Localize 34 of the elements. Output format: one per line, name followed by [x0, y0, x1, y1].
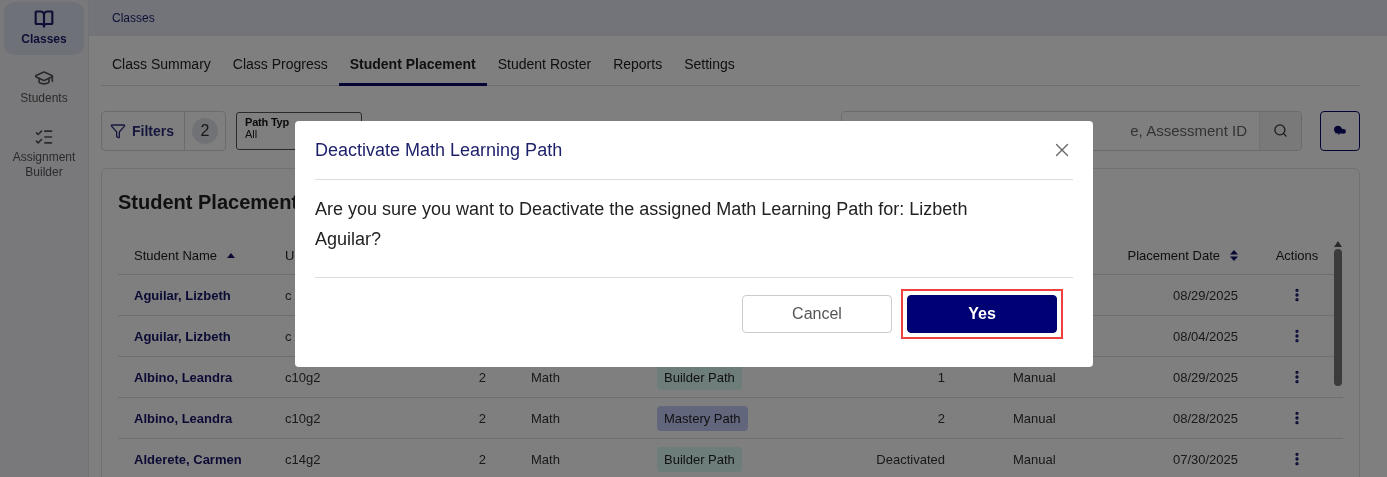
table-cell: 2 [478, 410, 486, 426]
path-badge: Mastery Path [657, 405, 748, 431]
table-cell: 08/29/2025 [1172, 287, 1238, 303]
table-cell: 07/30/2025 [1172, 451, 1238, 467]
table-cell: 2 [937, 410, 945, 426]
table-cell: c10g2 [285, 369, 321, 385]
table-cell: 1 [937, 369, 945, 385]
table-cell: Manual [1013, 451, 1056, 467]
table-cell: 08/29/2025 [1172, 369, 1238, 385]
column-header: Student Name [134, 248, 218, 263]
path-badge: Builder Path [657, 446, 742, 472]
table-cell: Manual [1013, 410, 1056, 426]
table-cell: c [285, 328, 292, 344]
dialog-title: Deactivate Math Learning Path [315, 139, 563, 161]
table-cell: c10g2 [285, 410, 321, 426]
column-header: Actions [1275, 248, 1319, 263]
column-header: U [285, 248, 295, 263]
select-value: All [245, 127, 259, 141]
table-cell: Math [531, 410, 560, 426]
table-cell: 2 [478, 369, 486, 385]
table-cell: Manual [1013, 369, 1056, 385]
table-cell: 08/28/2025 [1172, 410, 1238, 426]
dialog-message: Are you sure you want to Deactivate the assigned Math Learning Path for: Lizbeth Aguilar? [315, 180, 1073, 278]
table-cell: c [285, 287, 292, 303]
card-title: Student Placement [118, 191, 299, 214]
table-cell: Deactivated [876, 451, 945, 467]
table-cell: 2 [478, 451, 486, 467]
filter-count: 2 [192, 117, 218, 144]
table-cell: 08/04/2025 [1172, 328, 1238, 344]
table-cell: Math [531, 451, 560, 467]
table-cell: Math [531, 369, 560, 385]
table-cell: c14g2 [285, 451, 321, 467]
select-label: Path Typ [245, 115, 291, 128]
column-header: Placement Date [1127, 248, 1220, 263]
